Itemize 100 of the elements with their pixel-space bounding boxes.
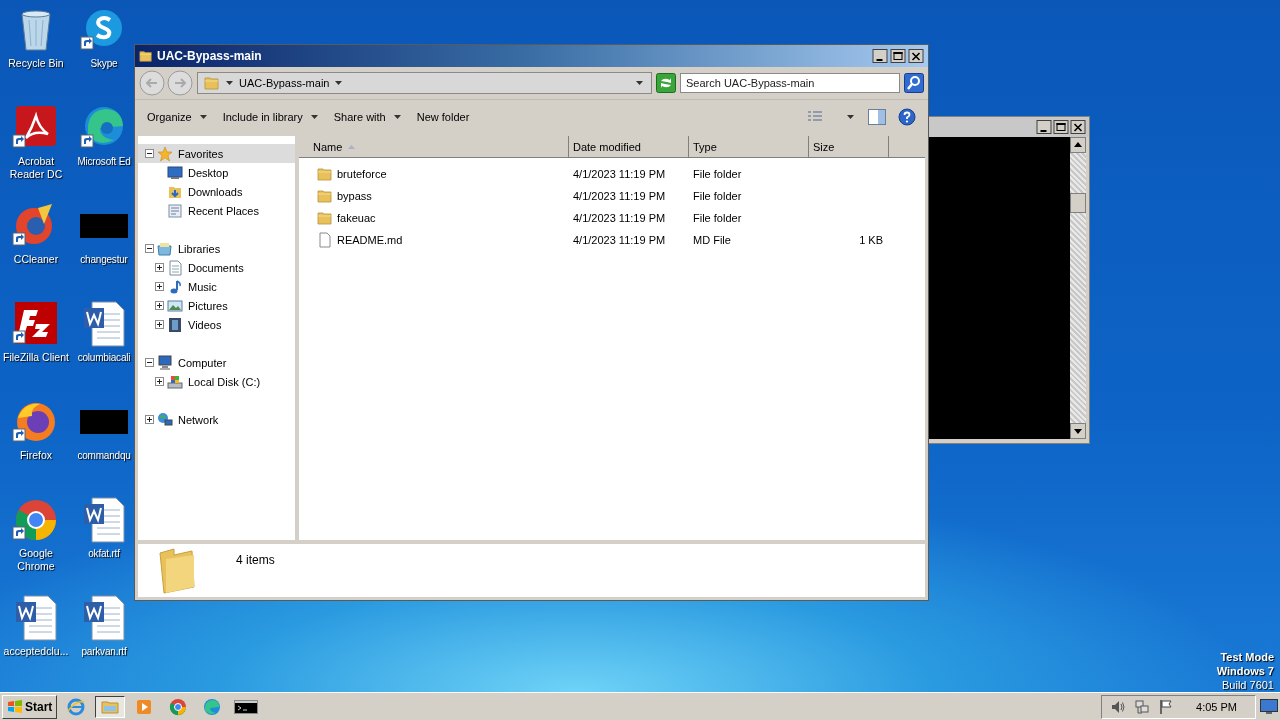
date-modified: 4/1/2023 11:19 PM: [573, 212, 666, 224]
close-button[interactable]: [908, 49, 924, 63]
library-icon: [157, 240, 173, 257]
videos-icon: [167, 316, 183, 333]
start-button[interactable]: Start: [2, 694, 58, 719]
file-type: File folder: [693, 190, 742, 202]
desktop-icon[interactable]: acceptedclu...: [0, 594, 72, 658]
help-icon[interactable]: [898, 108, 916, 126]
internet-explorer-icon: [67, 697, 86, 716]
expand-icon[interactable]: [155, 301, 164, 310]
windows-logo-icon: [7, 698, 23, 715]
search-button[interactable]: [904, 73, 924, 93]
collapse-icon[interactable]: [145, 358, 154, 367]
expand-icon[interactable]: [155, 263, 164, 272]
maximize-button[interactable]: [890, 49, 906, 63]
file-name[interactable]: README.md: [337, 234, 403, 246]
network-icon: [157, 411, 173, 428]
caret-icon: [335, 81, 343, 85]
tree-item[interactable]: Computer: [138, 353, 295, 372]
desktop-icon[interactable]: Recycle Bin: [0, 6, 72, 70]
tree-item[interactable]: Documents: [138, 258, 295, 277]
chrome-icon: [169, 697, 188, 716]
column-header[interactable]: Type: [689, 136, 809, 158]
tree-item[interactable]: Downloads: [138, 182, 295, 201]
toolbar-button[interactable]: Include in library: [216, 106, 324, 128]
search-field[interactable]: Search UAC-Bypass-main: [680, 73, 900, 93]
tree-item[interactable]: Desktop: [138, 163, 295, 182]
file-name[interactable]: bypass: [337, 190, 372, 202]
dropdown-caret-icon: [636, 81, 643, 85]
date-modified: 4/1/2023 11:19 PM: [573, 168, 666, 180]
address-bar[interactable]: UAC-Bypass-main: [197, 72, 652, 94]
show-desktop-button[interactable]: [1260, 698, 1278, 715]
toolbar-button[interactable]: Organize: [141, 106, 213, 128]
expand-icon[interactable]: [155, 377, 164, 386]
desktop-icon[interactable]: okfat.rtf: [74, 496, 134, 560]
file-name[interactable]: fakeuac: [337, 212, 376, 224]
desktop-icon[interactable]: Microsoft Ed: [74, 104, 134, 168]
desktop-icon[interactable]: Acrobat Reader DC: [0, 104, 72, 181]
desktop-icon[interactable]: FileZilla Client: [0, 300, 72, 364]
file-type: MD File: [693, 234, 731, 246]
tree-item[interactable]: Libraries: [138, 239, 295, 258]
column-header[interactable]: Size: [809, 136, 889, 158]
desktop-icon[interactable]: CCleaner: [0, 202, 72, 266]
flag-icon[interactable]: [1158, 698, 1175, 715]
star-icon: [157, 145, 173, 162]
tree-item[interactable]: Network: [138, 410, 295, 429]
media-player-icon: [135, 697, 154, 716]
caret-icon: [226, 81, 233, 85]
date-modified: 4/1/2023 11:19 PM: [573, 190, 666, 202]
tree-item[interactable]: Music: [138, 277, 295, 296]
scroll-thumb[interactable]: [1070, 193, 1086, 213]
folder-icon: [317, 210, 333, 226]
edge-icon: [203, 697, 222, 716]
minimize-button[interactable]: [872, 49, 888, 63]
folder-icon: [317, 166, 333, 182]
toolbar-button[interactable]: New folder: [410, 106, 476, 128]
desktop-icon[interactable]: changestur: [74, 202, 134, 266]
network-icon[interactable]: [1134, 698, 1151, 715]
tree-item[interactable]: Local Disk (C:): [138, 372, 295, 391]
tree-item[interactable]: Videos: [138, 315, 295, 334]
taskbar-button[interactable]: [95, 695, 126, 718]
collapse-icon[interactable]: [145, 244, 154, 253]
recent-icon: [167, 202, 183, 219]
desktop-icon[interactable]: parkvan.rtf: [74, 594, 134, 658]
toolbar-button[interactable]: Share with: [327, 106, 407, 128]
disk-icon: [167, 373, 183, 390]
file-name[interactable]: bruteforce: [337, 168, 387, 180]
caret-icon: [847, 115, 854, 119]
refresh-icon[interactable]: [656, 73, 676, 93]
collapse-icon[interactable]: [145, 149, 154, 158]
desktop-icon[interactable]: columbiacali: [74, 300, 134, 364]
desktop-icon[interactable]: Firefox: [0, 398, 72, 462]
desktop-icon[interactable]: Google Chrome: [0, 496, 72, 573]
scrollbar[interactable]: [1070, 137, 1086, 439]
window-title: UAC-Bypass-main: [157, 49, 262, 63]
tree-item[interactable]: Pictures: [138, 296, 295, 315]
folder-icon: [139, 49, 153, 63]
tree-item[interactable]: Recent Places: [138, 201, 295, 220]
watermark-text: Windows 7: [1216, 664, 1274, 678]
column-header[interactable]: Name: [299, 136, 569, 158]
pictures-icon: [167, 297, 183, 314]
expand-icon[interactable]: [155, 320, 164, 329]
tree-item[interactable]: Favorites: [138, 144, 295, 163]
desktop-icon[interactable]: commandqu: [74, 398, 134, 462]
date-modified: 4/1/2023 11:19 PM: [573, 234, 666, 246]
expand-icon[interactable]: [155, 282, 164, 291]
breadcrumb[interactable]: UAC-Bypass-main: [239, 77, 330, 89]
folder-icon: [204, 75, 220, 91]
list-view-icon: [807, 111, 823, 123]
file-type: File folder: [693, 168, 742, 180]
documents-icon: [167, 259, 183, 276]
console-icon: [234, 697, 259, 716]
folder-icon: [317, 188, 333, 204]
file-size: 1 KB: [859, 234, 883, 246]
expand-icon[interactable]: [145, 415, 154, 424]
file-icon: [317, 232, 333, 248]
clock[interactable]: 4:05 PM: [1196, 700, 1237, 713]
preview-pane-icon[interactable]: [868, 109, 886, 125]
desktop-icon[interactable]: Skype: [74, 6, 134, 70]
column-header[interactable]: Date modified: [569, 136, 689, 158]
